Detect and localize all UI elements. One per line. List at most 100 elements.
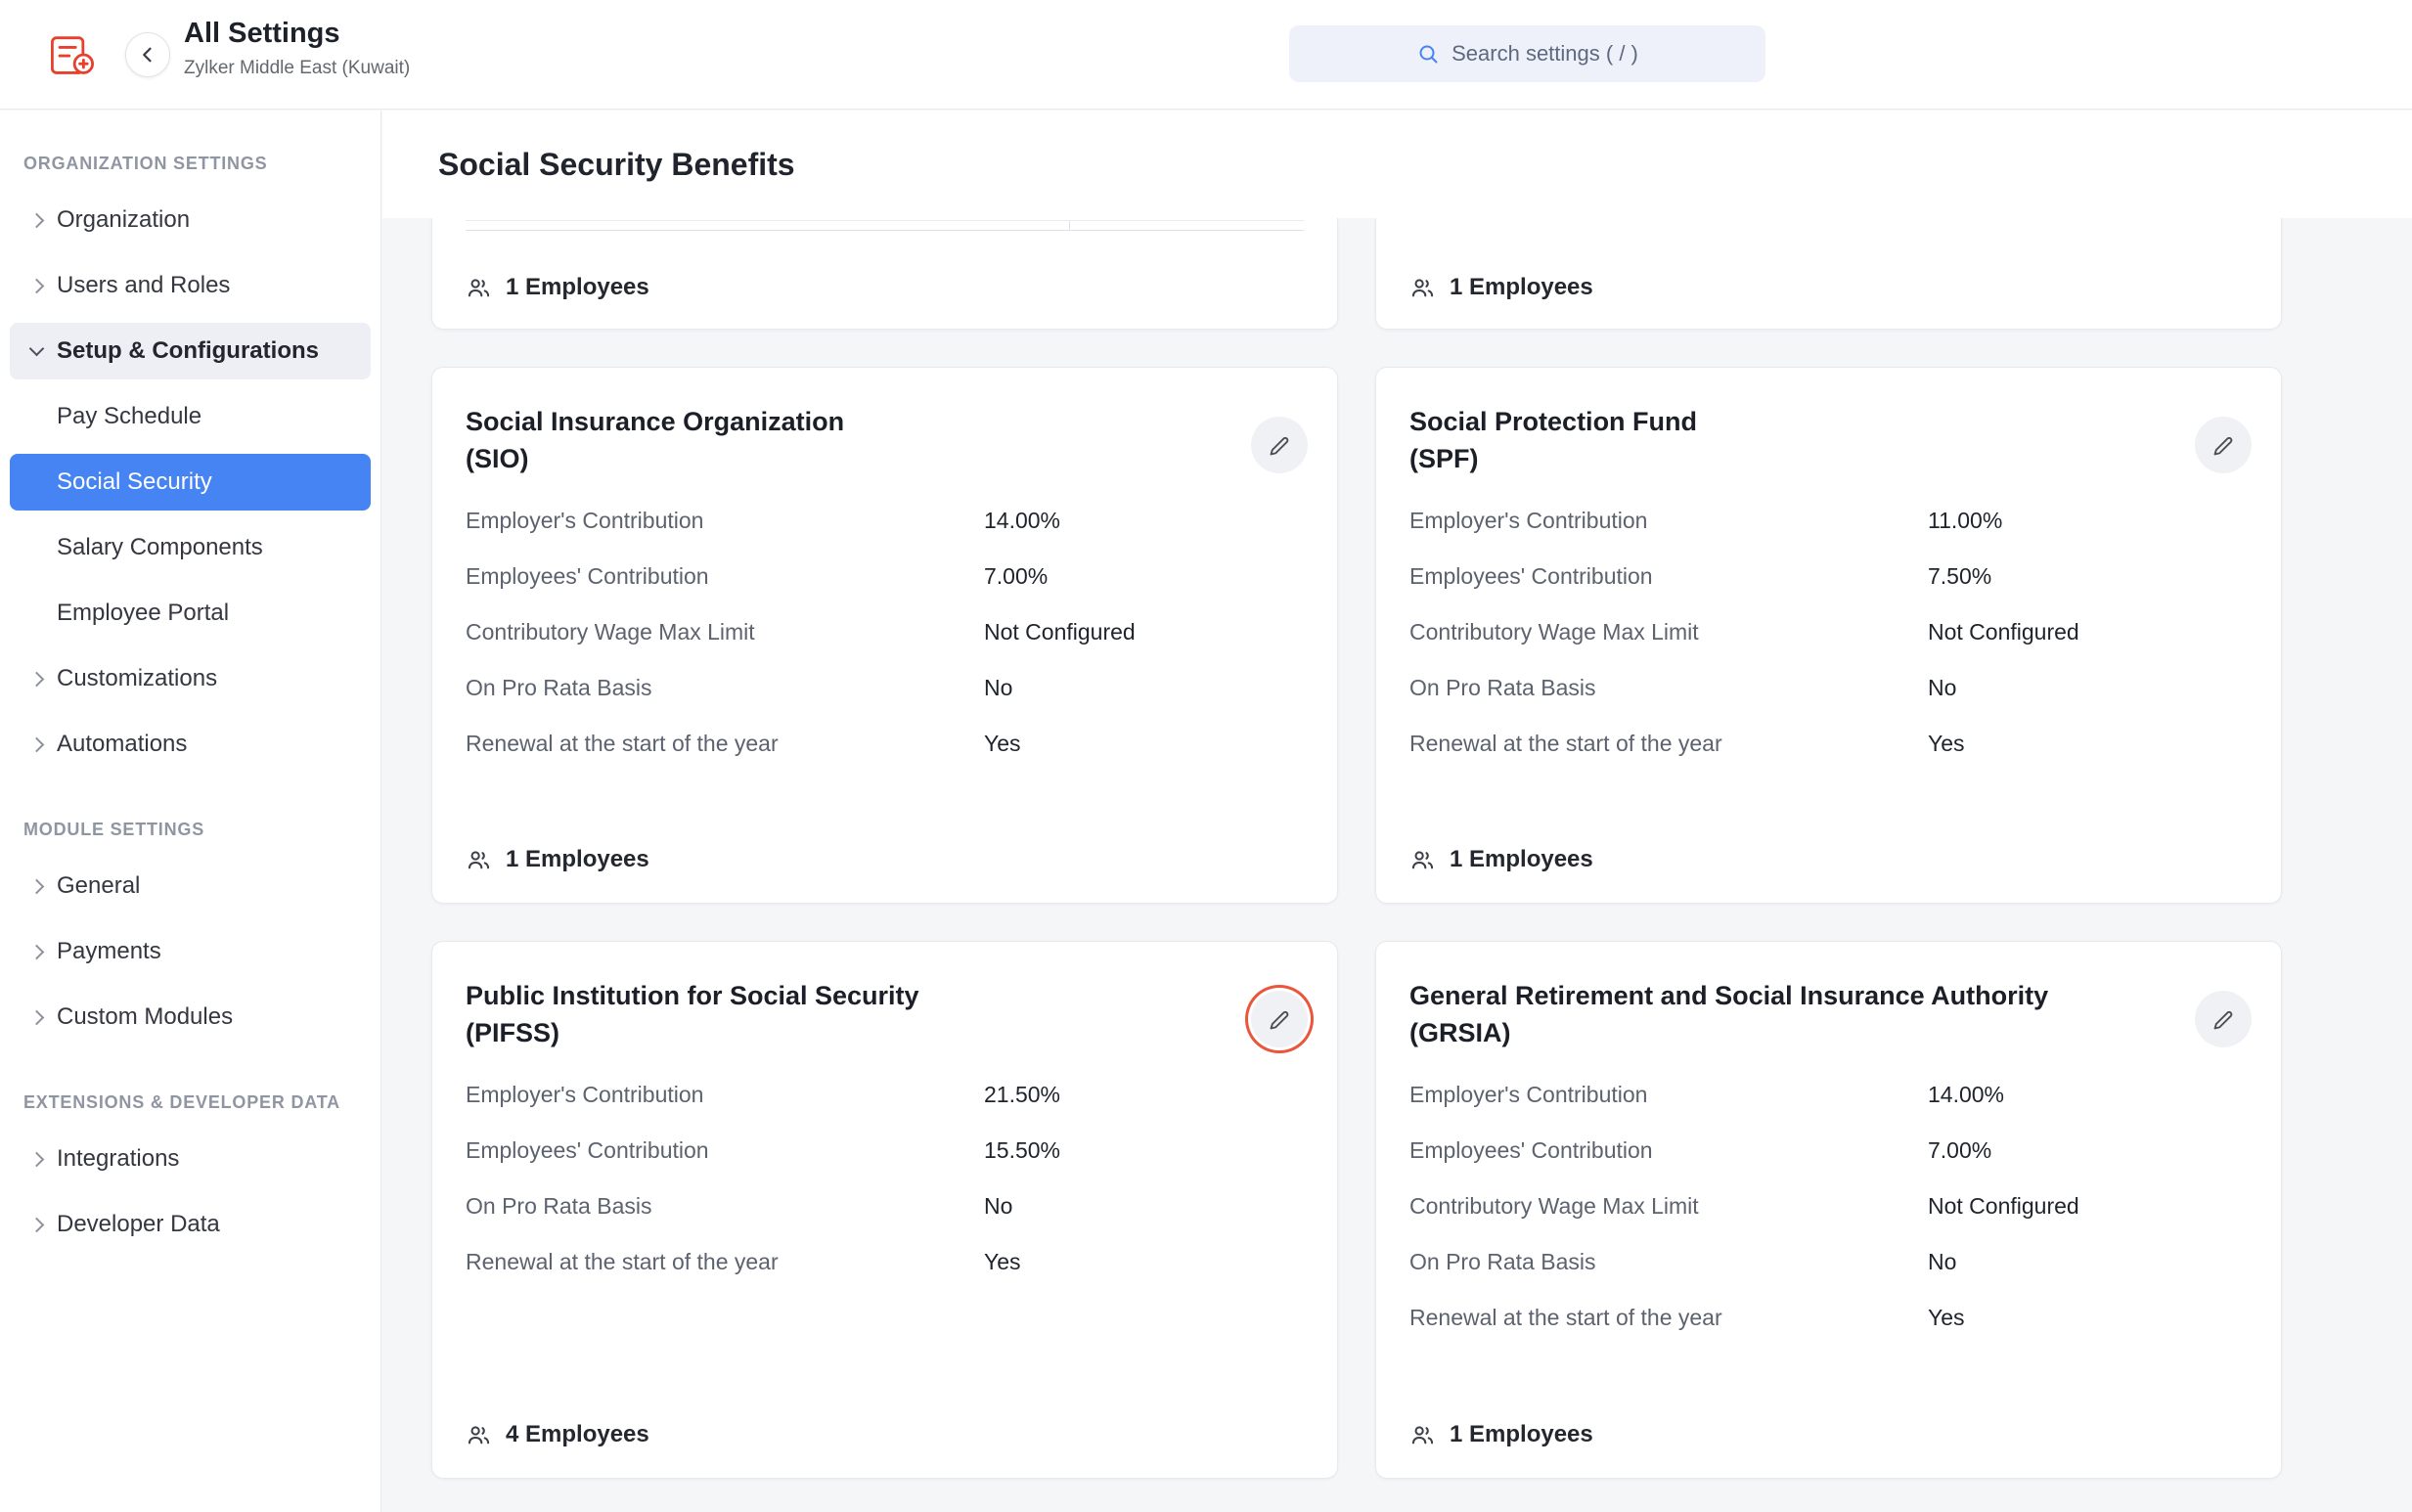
card-row-3: Public Institution for Social Security(P… [431, 941, 2412, 1479]
sidebar-item-label: Customizations [57, 665, 217, 692]
field-value: 7.50% [1928, 561, 2248, 591]
employees-count-text: 1 Employees [1450, 846, 1593, 873]
employees-icon [1409, 275, 1436, 301]
sidebar-item-label: Social Security [57, 468, 212, 496]
sidebar-item-setup-and-configurations[interactable]: Setup & Configurations [10, 323, 371, 379]
field-value: Yes [984, 729, 1304, 758]
employees-count-text: 4 Employees [506, 1421, 649, 1448]
sidebar-item-label: Setup & Configurations [57, 337, 319, 365]
card-fields: Employer's Contribution 14.00% Employees… [1409, 1080, 2248, 1332]
field-label: Employees' Contribution [1409, 561, 1928, 591]
field-value: No [1928, 673, 2248, 702]
employees-icon [1409, 847, 1436, 873]
card-title: Public Institution for Social Security(P… [466, 977, 1304, 1052]
card-title: Social Protection Fund(SPF) [1409, 403, 2248, 478]
sidebar-item-label: Organization [57, 206, 190, 234]
field-label: Employees' Contribution [466, 561, 984, 591]
sidebar-item-developer-data[interactable]: Developer Data [10, 1196, 371, 1253]
chevron-right-icon [29, 212, 45, 228]
chevron-right-icon [29, 1151, 45, 1167]
chevron-right-icon [29, 1009, 45, 1025]
card-title: Social Insurance Organization(SIO) [466, 403, 1304, 478]
sidebar-item-label: Salary Components [57, 534, 263, 561]
field-label: Renewal at the start of the year [1409, 729, 1928, 758]
benefit-card-pifss: Public Institution for Social Security(P… [431, 941, 1338, 1479]
benefit-card-partial-left: 1 Employees [431, 218, 1338, 330]
section-label-extensions-developer-data: EXTENSIONS & DEVELOPER DATA [0, 1092, 380, 1131]
field-value: No [1928, 1247, 2248, 1276]
sidebar-item-salary-components[interactable]: Salary Components [10, 519, 371, 576]
field-value: 7.00% [984, 561, 1304, 591]
chevron-right-icon [29, 278, 45, 293]
sidebar-item-label: General [57, 872, 140, 900]
field-value: No [984, 673, 1304, 702]
sidebar-item-payments[interactable]: Payments [10, 923, 371, 980]
sidebar-item-automations[interactable]: Automations [10, 716, 371, 773]
app-logo-icon[interactable] [47, 29, 98, 80]
top-header: All Settings Zylker Middle East (Kuwait)… [0, 0, 2412, 110]
sidebar-item-general[interactable]: General [10, 858, 371, 914]
field-label: Contributory Wage Max Limit [466, 617, 984, 646]
main-content: Social Security Benefits 1 Employees [382, 111, 2412, 1512]
field-label: Contributory Wage Max Limit [1409, 617, 1928, 646]
field-value: 7.00% [1928, 1135, 2248, 1165]
chevron-right-icon [29, 1217, 45, 1232]
sidebar-item-label: Integrations [57, 1145, 179, 1173]
edit-spf-button[interactable] [2195, 417, 2252, 473]
sidebar-item-integrations[interactable]: Integrations [10, 1131, 371, 1187]
sidebar-item-label: Users and Roles [57, 272, 230, 299]
chevron-down-icon [29, 341, 45, 357]
field-value: Yes [1928, 1303, 2248, 1332]
field-label: On Pro Rata Basis [1409, 673, 1928, 702]
field-label: On Pro Rata Basis [1409, 1247, 1928, 1276]
benefit-card-sio: Social Insurance Organization(SIO) Emplo… [431, 367, 1338, 904]
field-value: Not Configured [1928, 1191, 2248, 1221]
sidebar-item-social-security[interactable]: Social Security [10, 454, 371, 511]
page-title: Social Security Benefits [438, 147, 795, 183]
organization-name: Zylker Middle East (Kuwait) [184, 58, 410, 79]
chevron-right-icon [29, 944, 45, 959]
sidebar-item-label: Custom Modules [57, 1003, 233, 1031]
sidebar-item-label: Employee Portal [57, 600, 229, 627]
edit-sio-button[interactable] [1251, 417, 1308, 473]
employees-count: 4 Employees [466, 1421, 1304, 1448]
sidebar-item-organization[interactable]: Organization [10, 192, 371, 248]
edit-pifss-button[interactable] [1251, 991, 1308, 1047]
search-settings-input[interactable]: Search settings ( / ) [1289, 25, 1765, 82]
all-settings-title: All Settings [184, 18, 410, 50]
field-label: Contributory Wage Max Limit [1409, 1191, 1928, 1221]
field-value: Not Configured [1928, 617, 2248, 646]
field-value: Not Configured [984, 617, 1304, 646]
back-button[interactable] [125, 32, 170, 77]
employees-count: 1 Employees [466, 274, 1304, 301]
truncated-table-fragment [466, 220, 1304, 231]
sidebar-item-custom-modules[interactable]: Custom Modules [10, 989, 371, 1045]
card-row-2: Social Insurance Organization(SIO) Emplo… [431, 367, 2412, 904]
sidebar-item-customizations[interactable]: Customizations [10, 650, 371, 707]
card-title: General Retirement and Social Insurance … [1409, 977, 2248, 1052]
field-label: Employer's Contribution [466, 506, 984, 535]
field-label: Renewal at the start of the year [466, 1247, 984, 1276]
benefit-cards-grid: 1 Employees 1 Employees [382, 218, 2412, 1479]
employees-count-text: 1 Employees [506, 846, 649, 873]
chevron-right-icon [29, 671, 45, 687]
field-label: Employer's Contribution [466, 1080, 984, 1109]
employees-count: 1 Employees [466, 846, 1304, 873]
benefit-card-partial-right: 1 Employees [1375, 218, 2282, 330]
chevron-right-icon [29, 736, 45, 752]
sidebar-item-users-and-roles[interactable]: Users and Roles [10, 257, 371, 314]
search-icon [1416, 42, 1440, 66]
benefit-card-spf: Social Protection Fund(SPF) Employer's C… [1375, 367, 2282, 904]
sidebar-item-employee-portal[interactable]: Employee Portal [10, 585, 371, 642]
setup-configurations-sublist: Pay Schedule Social Security Salary Comp… [0, 388, 380, 642]
field-value: No [984, 1191, 1304, 1221]
edit-grsia-button[interactable] [2195, 991, 2252, 1047]
field-value: 14.00% [984, 506, 1304, 535]
field-value: 21.50% [984, 1080, 1304, 1109]
card-row-partial: 1 Employees 1 Employees [431, 218, 2412, 330]
employees-count-text: 1 Employees [506, 274, 649, 301]
field-value: Yes [1928, 729, 2248, 758]
field-label: On Pro Rata Basis [466, 673, 984, 702]
sidebar-item-label: Pay Schedule [57, 403, 201, 430]
sidebar-item-pay-schedule[interactable]: Pay Schedule [10, 388, 371, 445]
